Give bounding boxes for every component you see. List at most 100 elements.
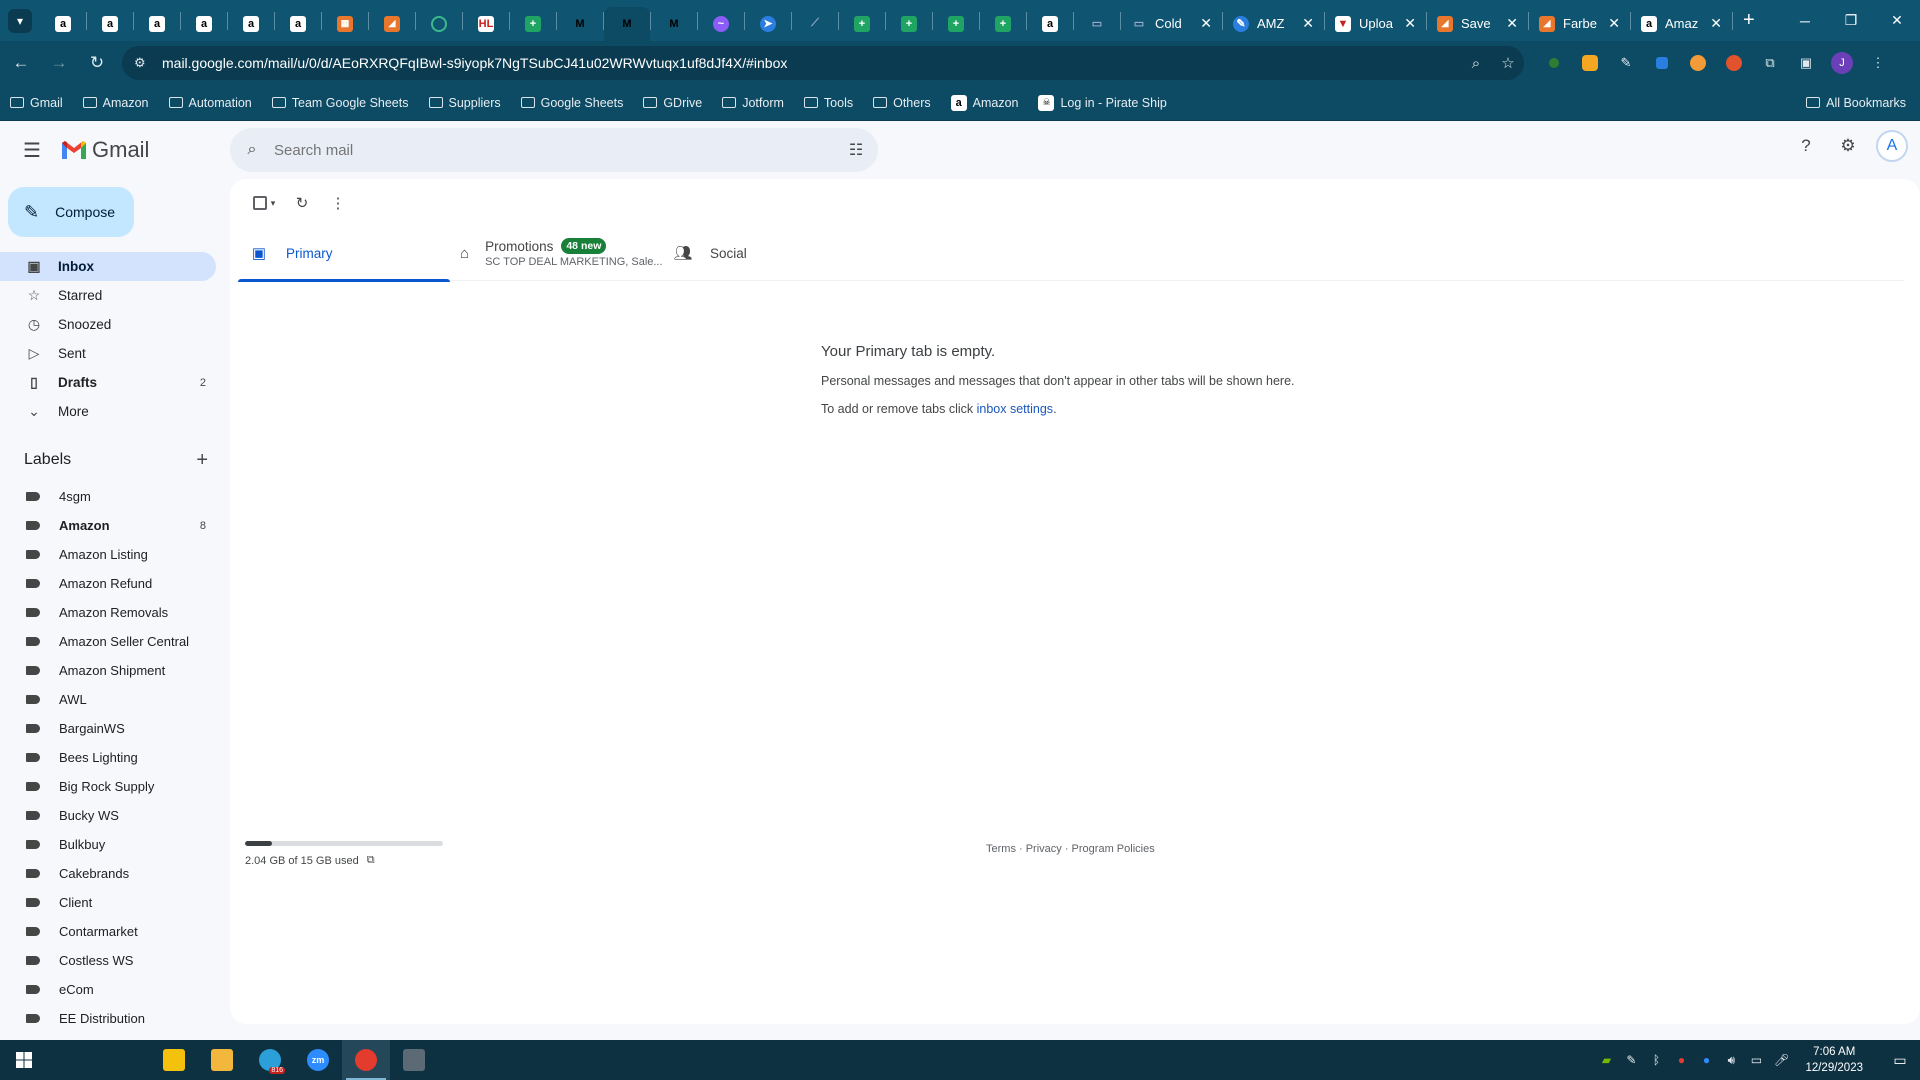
bookmark-star-icon[interactable]: ☆ — [1492, 54, 1524, 72]
browser-tab[interactable]: M — [557, 7, 603, 41]
zoom-icon[interactable]: ⌕ — [1460, 55, 1492, 72]
taskbar-app[interactable] — [390, 1040, 438, 1080]
tab-close-icon[interactable]: ✕ — [1200, 15, 1212, 32]
bookmark-item[interactable]: Automation — [168, 96, 252, 110]
restore-button[interactable]: ❐ — [1828, 0, 1874, 41]
back-button[interactable]: ← — [4, 46, 38, 80]
browser-tab[interactable]: + — [886, 7, 932, 41]
taskbar-app[interactable] — [342, 1040, 390, 1080]
bookmark-item[interactable]: Gmail — [10, 96, 63, 110]
browser-tab[interactable]: ⟋ — [792, 7, 838, 41]
label-item[interactable]: Bucky WS — [0, 801, 216, 830]
browser-tab[interactable]: + — [839, 7, 885, 41]
browser-tab[interactable]: ◢ — [369, 7, 415, 41]
bookmark-item[interactable]: Suppliers — [428, 96, 501, 110]
extension-puzzle-blue-icon[interactable] — [1644, 46, 1680, 80]
browser-menu-icon[interactable]: ⋮ — [1860, 46, 1896, 80]
browser-tab[interactable]: ▭ — [1074, 7, 1120, 41]
browser-tab[interactable]: a — [1027, 7, 1073, 41]
refresh-icon[interactable]: ↻ — [284, 185, 320, 221]
tab-close-icon[interactable]: ✕ — [1608, 15, 1620, 32]
browser-tab[interactable] — [416, 7, 462, 41]
url-text[interactable]: mail.google.com/mail/u/0/d/AEoRXRQFqIBwl… — [162, 55, 1460, 71]
bookmark-item[interactable]: Amazon — [82, 96, 149, 110]
label-item[interactable]: 4sgm — [0, 482, 216, 511]
browser-tab[interactable]: a — [40, 7, 86, 41]
close-window-button[interactable]: ✕ — [1874, 0, 1920, 41]
more-options-icon[interactable]: ⋮ — [320, 185, 356, 221]
browser-tab[interactable]: HL — [463, 7, 509, 41]
browser-tab[interactable]: a — [228, 7, 274, 41]
new-tab-plus-icon[interactable]: + — [1743, 9, 1755, 32]
browser-tab[interactable]: a Amaz ✕ — [1631, 7, 1732, 41]
minimize-button[interactable]: ─ — [1782, 0, 1828, 41]
browser-tab[interactable]: ▦ — [322, 7, 368, 41]
search-input[interactable] — [274, 141, 834, 159]
label-item[interactable]: Amazon Refund — [0, 569, 216, 598]
sidebar-item-sent[interactable]: ▷ Sent — [0, 339, 216, 368]
tab-close-icon[interactable]: ✕ — [1302, 15, 1314, 32]
browser-tab[interactable]: ◢ Farbe ✕ — [1529, 7, 1630, 41]
help-icon[interactable]: ? — [1786, 126, 1826, 166]
browser-tab[interactable]: a — [275, 7, 321, 41]
search-options-icon[interactable]: ☷ — [834, 140, 878, 160]
compose-button[interactable]: ✎ Compose — [8, 187, 134, 237]
reload-button[interactable]: ↻ — [80, 46, 114, 80]
label-item[interactable]: Amazon Listing — [0, 540, 216, 569]
label-item[interactable]: Amazon Removals — [0, 598, 216, 627]
bookmark-item[interactable]: Jotform — [722, 96, 784, 110]
label-item[interactable]: Contarmarket — [0, 917, 216, 946]
label-item[interactable]: AWL — [0, 685, 216, 714]
bookmark-item[interactable]: GDrive — [643, 96, 702, 110]
bookmark-item[interactable]: a Amazon — [950, 94, 1018, 111]
label-item[interactable]: Bulkbuy — [0, 830, 216, 859]
search-bar[interactable]: ⌕ ☷ — [230, 128, 878, 172]
extension-pen-icon[interactable]: ✎ — [1608, 46, 1644, 80]
tab-search-button[interactable]: ▾ — [8, 8, 32, 33]
settings-gear-icon[interactable]: ⚙ — [1828, 126, 1868, 166]
tab-close-icon[interactable]: ✕ — [1404, 15, 1416, 32]
browser-tab[interactable]: + — [510, 7, 556, 41]
zoom-tray-icon[interactable]: ● — [1697, 1053, 1715, 1067]
taskbar-app[interactable]: zm — [294, 1040, 342, 1080]
label-item[interactable]: Client — [0, 888, 216, 917]
label-item[interactable]: Big Rock Supply — [0, 772, 216, 801]
clock[interactable]: 7:06 AM 12/29/2023 — [1805, 1044, 1863, 1076]
sidebar-item-drafts[interactable]: ▯ Drafts 2 — [0, 368, 216, 397]
browser-tab[interactable]: M — [604, 6, 650, 41]
search-icon[interactable]: ⌕ — [230, 141, 274, 159]
browser-tab[interactable]: ➤ — [745, 7, 791, 41]
taskbar-app[interactable] — [150, 1040, 198, 1080]
taskbar-app[interactable] — [198, 1040, 246, 1080]
select-dropdown-icon[interactable]: ▾ — [271, 198, 276, 209]
microphone-icon[interactable]: 🎤︎ — [1772, 1053, 1790, 1067]
sidebar-item-more[interactable]: ⌄ More — [0, 397, 216, 426]
label-item[interactable]: Faultless Brands — [0, 1033, 216, 1040]
browser-tab[interactable]: ◢ Save ✕ — [1427, 7, 1528, 41]
browser-tab[interactable]: a — [134, 7, 180, 41]
label-item[interactable]: Bees Lighting — [0, 743, 216, 772]
label-item[interactable]: eCom — [0, 975, 216, 1004]
label-item[interactable]: Costless WS — [0, 946, 216, 975]
account-avatar[interactable]: A — [1876, 130, 1908, 162]
forward-button[interactable]: → — [42, 46, 76, 80]
create-label-plus-icon[interactable]: + — [196, 449, 208, 472]
label-item[interactable]: Amazon 8 — [0, 511, 216, 540]
tab-primary[interactable]: ▣ Primary — [238, 225, 450, 282]
inbox-settings-link[interactable]: inbox settings — [977, 402, 1053, 416]
bookmark-item[interactable]: Team Google Sheets — [271, 96, 409, 110]
bookmark-item[interactable]: Others — [873, 96, 931, 110]
browser-tab[interactable]: ▭ Cold ✕ — [1121, 7, 1222, 41]
extensions-puzzle-icon[interactable]: ⧉ — [1752, 46, 1788, 80]
bookmark-item[interactable]: Tools — [803, 96, 853, 110]
browser-tab[interactable]: + — [980, 7, 1026, 41]
select-all-checkbox[interactable]: ▾ — [244, 185, 284, 221]
sidebar-item-snoozed[interactable]: ◷ Snoozed — [0, 310, 216, 339]
extension-flame-icon[interactable] — [1716, 46, 1752, 80]
extension-keepa-icon[interactable] — [1536, 46, 1572, 80]
nvidia-icon[interactable]: ▰ — [1597, 1053, 1615, 1067]
extension-orange-circle-icon[interactable] — [1680, 46, 1716, 80]
browser-tab[interactable]: a — [87, 7, 133, 41]
network-icon[interactable]: ▭ — [1747, 1053, 1765, 1067]
browser-tab[interactable]: a — [181, 7, 227, 41]
